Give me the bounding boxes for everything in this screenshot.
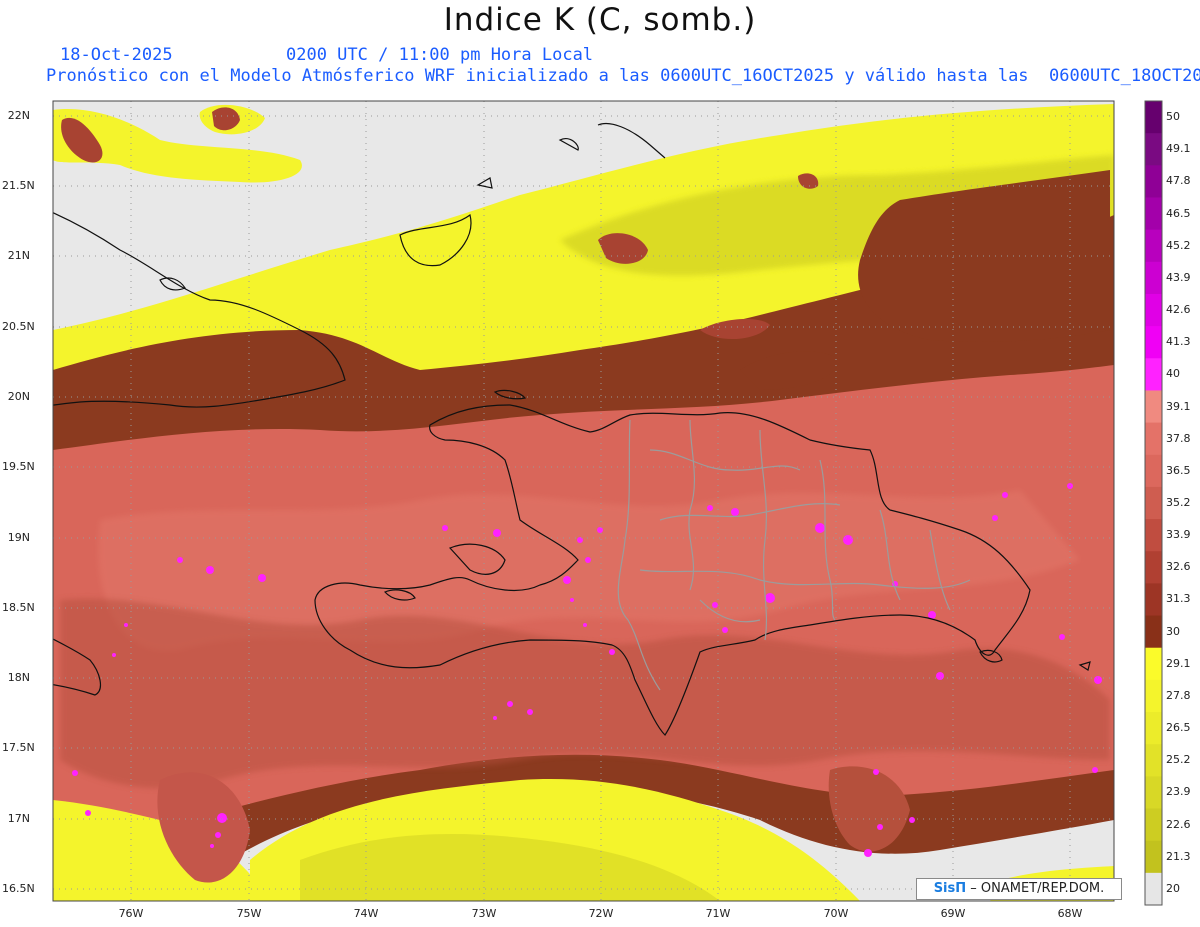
lat-label: 16.5N: [2, 882, 35, 895]
sispi-logo-text: SisΠ: [933, 881, 967, 896]
lon-label: 75W: [236, 907, 262, 920]
credit-box: SisΠ – ONAMET/REP.DOM.: [916, 878, 1122, 900]
colorbar-label: 42.6: [1166, 303, 1191, 317]
colorbar-label: 47.8: [1166, 174, 1191, 188]
colorbar-label: 23.9: [1166, 785, 1191, 799]
colorbar: [1144, 100, 1163, 906]
colorbar-swatch: [1145, 454, 1162, 488]
colorbar-swatch: [1145, 712, 1162, 745]
colorbar-label: 25.2: [1166, 753, 1191, 767]
colorbar-swatch: [1145, 872, 1162, 906]
lat-label: 21N: [7, 249, 30, 262]
credit-text: – ONAMET/REP.DOM.: [970, 881, 1105, 896]
lat-label: 20N: [7, 390, 30, 403]
colorbar-label: 30: [1166, 624, 1180, 638]
lon-label: 68W: [1057, 907, 1083, 920]
colorbar-swatch: [1145, 133, 1162, 166]
colorbar-label: 40: [1166, 367, 1180, 381]
lon-label: 76W: [118, 907, 144, 920]
colorbar-swatch: [1145, 808, 1162, 842]
colorbar-swatch: [1145, 486, 1162, 520]
lon-label: 74W: [353, 907, 379, 920]
colorbar-label: 35.2: [1166, 496, 1191, 509]
lat-label: 18N: [7, 671, 30, 684]
colorbar-label: 22.6: [1166, 817, 1191, 831]
colorbar-swatch: [1145, 583, 1162, 617]
colorbar-swatch: [1145, 647, 1162, 681]
colorbar-label: 31.3: [1166, 592, 1191, 606]
colorbar-label: 33.9: [1166, 528, 1191, 542]
lat-label: 19N: [7, 531, 30, 544]
colorbar-label: 49.1: [1166, 142, 1191, 156]
lat-label: 20.5N: [2, 320, 35, 333]
lat-label: 17N: [7, 812, 30, 825]
colorbar-swatch: [1145, 615, 1162, 649]
colorbar-label: 20: [1166, 881, 1180, 895]
k-index-map: [52, 100, 1163, 906]
colorbar-swatch: [1145, 165, 1162, 198]
lon-label: 73W: [471, 907, 497, 920]
colorbar-swatch: [1145, 679, 1162, 713]
colorbar-swatch: [1145, 197, 1162, 231]
colorbar-swatch: [1145, 101, 1162, 134]
colorbar-swatch: [1145, 390, 1162, 424]
lon-label: 71W: [705, 907, 731, 920]
colorbar-label: 32.6: [1166, 560, 1191, 574]
colorbar-label: 43.9: [1166, 270, 1191, 284]
lon-label: 72W: [588, 907, 614, 920]
lat-label: 19.5N: [2, 460, 35, 473]
lon-label: 70W: [823, 907, 849, 920]
lon-label: 69W: [940, 907, 966, 920]
colorbar-swatch: [1145, 293, 1162, 327]
colorbar-swatch: [1145, 519, 1162, 552]
colorbar-swatch: [1145, 229, 1162, 263]
colorbar-swatch: [1145, 261, 1162, 295]
colorbar-label: 27.8: [1166, 688, 1191, 702]
colorbar-swatch: [1145, 840, 1162, 874]
colorbar-label: 37.8: [1166, 431, 1191, 445]
lat-label: 18.5N: [2, 601, 35, 614]
colorbar-label: 39.1: [1166, 399, 1191, 413]
colorbar-label: 26.5: [1166, 721, 1191, 735]
colorbar-swatch: [1145, 776, 1162, 810]
colorbar-label: 45.2: [1166, 238, 1191, 252]
colorbar-label: 21.3: [1166, 849, 1191, 863]
colorbar-swatch: [1145, 551, 1162, 584]
lat-label: 21.5N: [2, 179, 35, 192]
lat-label: 17.5N: [2, 741, 35, 754]
colorbar-label: 46.5: [1166, 206, 1191, 220]
colorbar-swatch: [1145, 326, 1162, 359]
colorbar-label: 41.3: [1166, 335, 1191, 349]
colorbar-swatch: [1145, 422, 1162, 456]
colorbar-label: 50: [1166, 110, 1180, 124]
colorbar-label: 29.1: [1166, 656, 1191, 670]
colorbar-swatch: [1145, 744, 1162, 777]
colorbar-label: 36.5: [1166, 463, 1191, 477]
colorbar-swatch: [1145, 358, 1162, 391]
lat-label: 22N: [7, 109, 30, 122]
